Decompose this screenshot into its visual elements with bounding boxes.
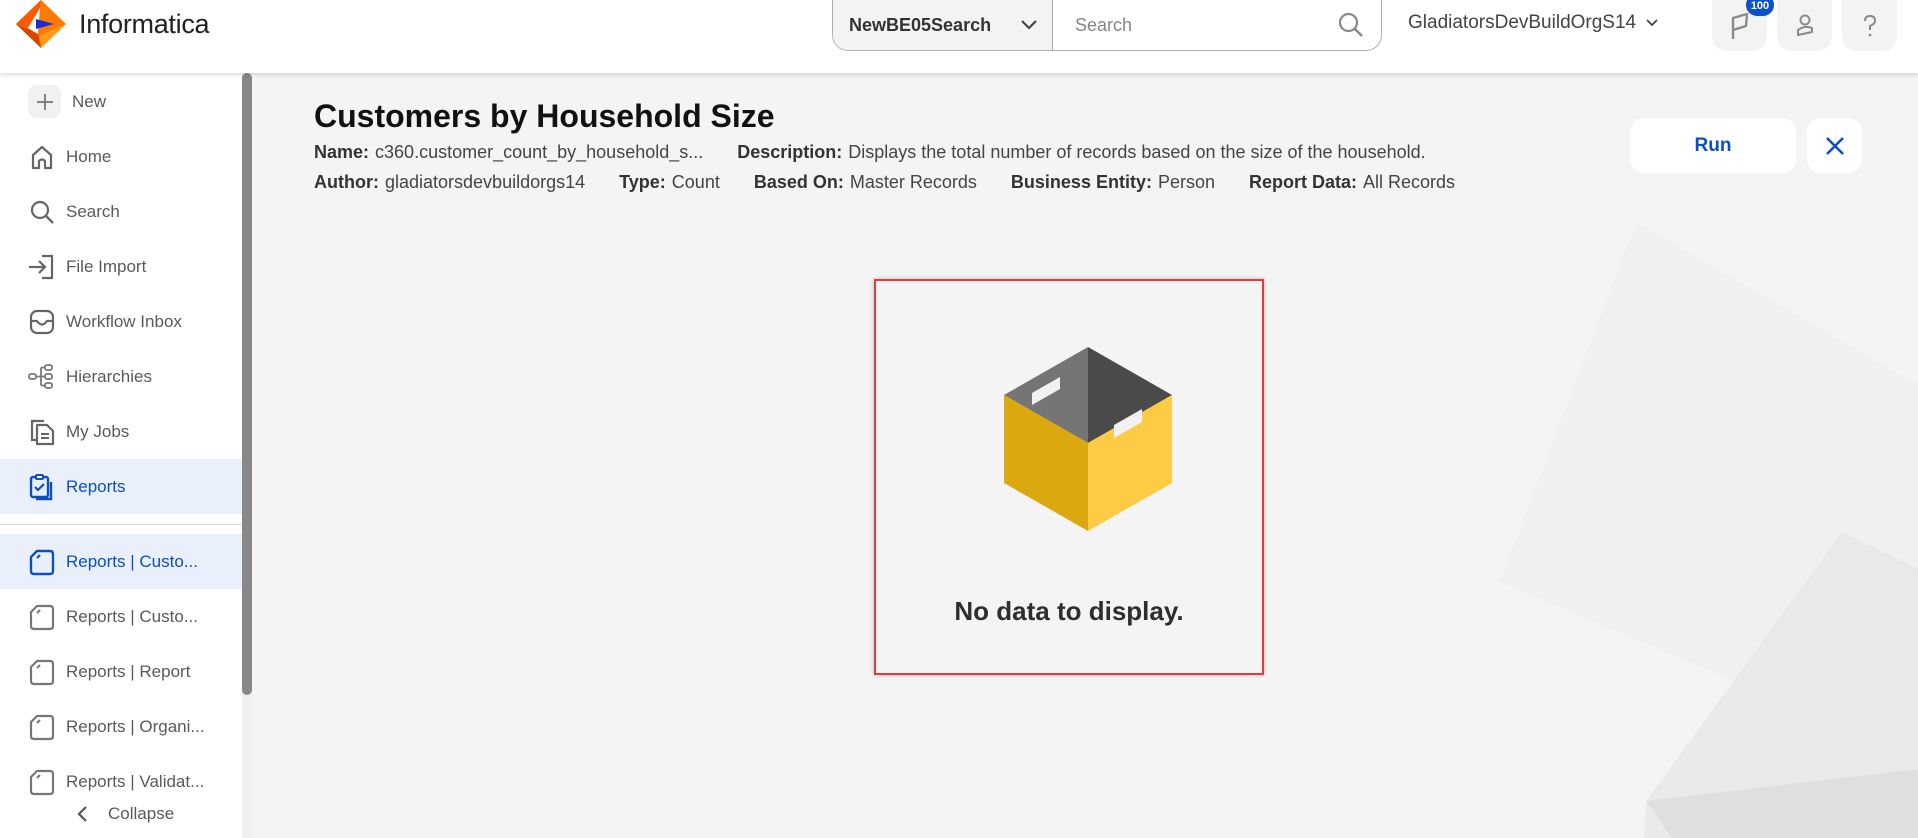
close-icon xyxy=(1825,136,1844,155)
sidebar-item-hierarchies[interactable]: Hierarchies xyxy=(0,349,242,404)
home-icon xyxy=(28,143,56,171)
sidebar: New Home Search File Import Workflow Inb… xyxy=(0,73,252,838)
sidebar-item-search[interactable]: Search xyxy=(0,184,242,239)
report-description: Description: Displays the total number of… xyxy=(737,142,1426,162)
recent-item-label: Reports | Report xyxy=(66,661,191,681)
user-icon xyxy=(1796,14,1813,36)
sidebar-item-workflow-inbox[interactable]: Workflow Inbox xyxy=(0,294,242,349)
recent-item-label: Reports | Custo... xyxy=(66,606,198,626)
global-search: NewBE05Search xyxy=(832,0,1382,51)
recent-item[interactable]: Reports | Custo... xyxy=(0,534,242,589)
sidebar-item-label: My Jobs xyxy=(66,421,130,441)
org-name: GladiatorsDevBuildOrgS14 xyxy=(1408,12,1637,33)
informatica-logo[interactable]: Informatica xyxy=(16,0,210,48)
recent-item-label: Reports | Custo... xyxy=(66,551,198,571)
sidebar-item-my-jobs[interactable]: My Jobs xyxy=(0,404,242,459)
recent-item[interactable]: Reports | Validat... xyxy=(0,754,242,809)
report-tab-icon xyxy=(28,713,56,741)
close-button[interactable] xyxy=(1807,118,1862,173)
hierarchy-icon xyxy=(28,363,56,391)
report-type: Type: Count xyxy=(619,172,720,192)
sidebar-item-label: Reports xyxy=(66,476,126,496)
empty-state-panel: No data to display. xyxy=(874,279,1264,675)
file-import-icon xyxy=(28,253,56,281)
new-label: New xyxy=(72,91,107,111)
search-scope-value: NewBE05Search xyxy=(849,14,992,35)
report-tab-icon xyxy=(28,548,56,576)
help-button[interactable] xyxy=(1842,0,1897,51)
run-button[interactable]: Run xyxy=(1630,118,1796,173)
report-based-on: Based On: Master Records xyxy=(753,172,977,192)
collapse-label: Collapse xyxy=(108,804,175,823)
search-icon[interactable] xyxy=(1337,11,1365,39)
report-title: Customers by Household Size xyxy=(314,98,775,134)
report-tab-icon xyxy=(28,603,56,631)
notification-badge: 100 xyxy=(1746,0,1774,16)
chevron-left-icon xyxy=(77,806,87,822)
chevron-down-icon xyxy=(1021,20,1037,30)
recent-item-label: Reports | Validat... xyxy=(66,771,205,791)
sidebar-item-reports[interactable]: Reports xyxy=(0,459,242,514)
search-scope-select[interactable]: NewBE05Search xyxy=(833,0,1053,50)
search-input[interactable] xyxy=(1075,14,1337,36)
plus-icon xyxy=(28,85,61,118)
report-tab-icon xyxy=(28,658,56,686)
sidebar-divider xyxy=(0,524,242,525)
report-data-scope: Report Data: All Records xyxy=(1249,172,1456,192)
report-tab-icon xyxy=(28,768,56,796)
sidebar-item-label: Workflow Inbox xyxy=(66,311,182,331)
empty-state-message: No data to display. xyxy=(954,596,1184,626)
help-icon xyxy=(1863,14,1876,36)
search-icon xyxy=(28,198,56,226)
recent-item[interactable]: Reports | Custo... xyxy=(0,589,242,644)
recent-item[interactable]: Reports | Report xyxy=(0,644,242,699)
sidebar-item-home[interactable]: Home xyxy=(0,129,242,184)
notifications-button[interactable]: 100 xyxy=(1712,0,1774,51)
report-view: Customers by Household Size Name: c360.cu… xyxy=(252,73,1918,838)
jobs-icon xyxy=(28,418,56,446)
report-name: Name: c360.customer_count_by_household_s.… xyxy=(314,142,704,162)
org-switcher[interactable]: GladiatorsDevBuildOrgS14 xyxy=(1408,12,1658,34)
report-meta-row-1: Name: c360.customer_count_by_household_s.… xyxy=(314,142,1460,163)
brand-name: Informatica xyxy=(79,8,210,39)
sidebar-item-label: Search xyxy=(66,201,120,221)
report-business-entity: Business Entity: Person xyxy=(1010,172,1215,192)
new-button[interactable]: New xyxy=(0,74,242,129)
user-profile-button[interactable] xyxy=(1777,0,1832,51)
reports-icon xyxy=(28,473,56,501)
sidebar-item-file-import[interactable]: File Import xyxy=(0,239,242,294)
informatica-logo-icon xyxy=(16,0,66,48)
flag-icon xyxy=(1731,12,1748,39)
chevron-down-icon xyxy=(1646,19,1658,27)
recent-item[interactable]: Reports | Organi... xyxy=(0,699,242,754)
inbox-icon xyxy=(28,308,56,336)
recent-item-label: Reports | Organi... xyxy=(66,716,205,736)
collapse-button[interactable]: Collapse xyxy=(76,804,174,824)
sidebar-scrollbar-thumb[interactable] xyxy=(242,73,252,695)
sidebar-item-label: File Import xyxy=(66,256,147,276)
empty-box-icon xyxy=(1004,347,1172,531)
report-author: Author: gladiatorsdevbuildorgs14 xyxy=(314,172,586,192)
top-header: Informatica NewBE05Search GladiatorsDevB… xyxy=(0,0,1918,73)
sidebar-item-label: Hierarchies xyxy=(66,366,152,386)
report-meta-row-2: Author: gladiatorsdevbuildorgs14 Type: Cou… xyxy=(314,172,1489,193)
sidebar-item-label: Home xyxy=(66,146,112,166)
